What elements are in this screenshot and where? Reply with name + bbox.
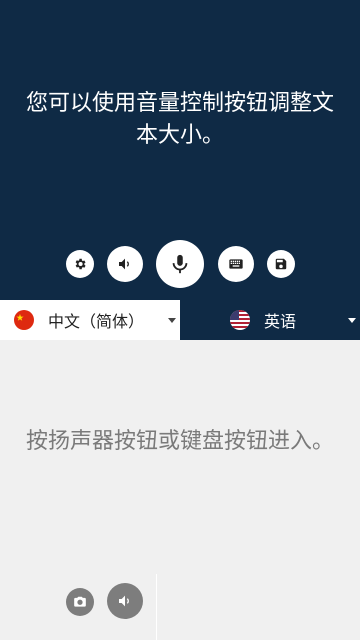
target-language-label: 英语: [264, 312, 297, 331]
target-pane: 按扬声器按钮或键盘按钮进入。: [0, 340, 360, 640]
source-pane: 您可以使用音量控制按钮调整文本大小。: [0, 0, 360, 300]
source-language-selector[interactable]: 中文（简体）: [0, 300, 180, 340]
save-icon: [275, 258, 287, 270]
speaker-button[interactable]: [107, 246, 143, 282]
language-bar: 中文（简体） 英语: [0, 300, 360, 340]
target-placeholder-text[interactable]: 按扬声器按钮或键盘按钮进入。: [24, 426, 336, 458]
keyboard-icon: [229, 259, 243, 269]
camera-button[interactable]: [66, 588, 94, 616]
chevron-down-icon: [348, 318, 356, 323]
microphone-button[interactable]: [156, 240, 204, 288]
settings-button[interactable]: [66, 250, 94, 278]
chevron-down-icon: [168, 318, 176, 323]
us-flag-icon: [230, 310, 250, 330]
target-language-selector[interactable]: 英语: [180, 300, 360, 340]
keyboard-button[interactable]: [218, 246, 254, 282]
translator-app: 您可以使用音量控制按钮调整文本大小。 中文（简体） 英语 按扬声器按钮或键盘按钮…: [0, 0, 360, 640]
speaker-icon: [119, 258, 129, 270]
microphone-icon: [172, 254, 188, 274]
gear-icon: [75, 258, 86, 270]
speaker-icon: [119, 595, 129, 607]
source-text[interactable]: 您可以使用音量控制按钮调整文本大小。: [24, 88, 336, 152]
china-flag-icon: [14, 310, 34, 330]
camera-icon: [74, 596, 86, 607]
save-button[interactable]: [267, 250, 295, 278]
target-speaker-button[interactable]: [107, 583, 143, 619]
source-language-label: 中文（简体）: [48, 312, 145, 331]
divider: [156, 574, 157, 640]
